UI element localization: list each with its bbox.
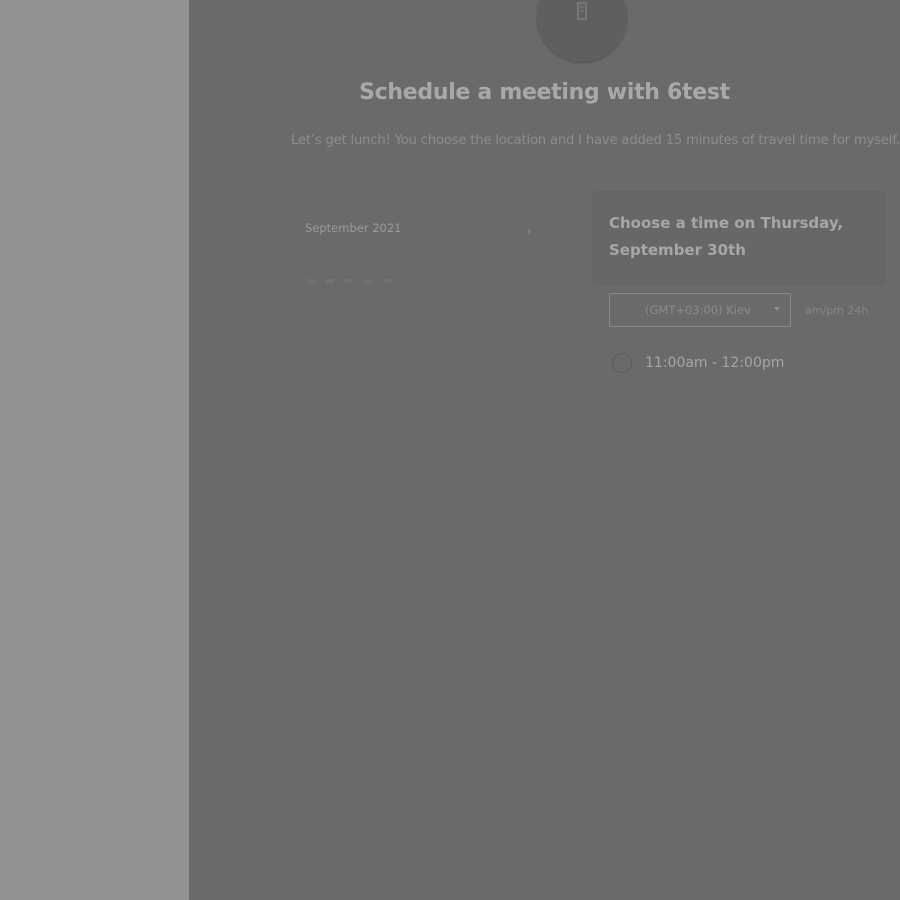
time-slot-option[interactable]: 11:00am - 12:00pm <box>612 350 784 376</box>
weekday-placeholder <box>364 279 373 283</box>
page-subtitle: Let’s get lunch! You choose the location… <box>291 133 900 148</box>
weekday-placeholder <box>307 279 315 283</box>
calendar-month-label: September 2021 <box>305 221 402 235</box>
left-sidebar <box>0 0 189 900</box>
page-title: Schedule a meeting with 6test <box>359 80 730 105</box>
calendar-weekday-row <box>307 268 407 283</box>
next-month-button[interactable]: › <box>519 222 539 242</box>
user-icon <box>577 2 587 20</box>
caret-down-icon <box>774 307 780 311</box>
timezone-value: (GMT+03:00) Kiev <box>645 303 751 317</box>
weekday-placeholder <box>326 279 335 283</box>
scheduling-page: Schedule a meeting with 6test Let’s get … <box>0 0 900 900</box>
time-panel-title: Choose a time on Thursday, September 30t… <box>609 214 844 259</box>
time-slot-radio[interactable] <box>612 353 632 373</box>
scheduling-main: Schedule a meeting with 6test Let’s get … <box>189 0 900 900</box>
timezone-select[interactable]: (GMT+03:00) Kiev <box>609 293 791 327</box>
avatar <box>537 0 627 62</box>
time-panel-header: Choose a time on Thursday, September 30t… <box>594 192 884 284</box>
weekday-placeholder <box>383 279 392 283</box>
weekday-placeholder <box>345 279 354 283</box>
chevron-right-icon: › <box>526 224 532 240</box>
time-slot-label: 11:00am - 12:00pm <box>645 355 785 371</box>
time-format-toggle[interactable]: am/pm 24h <box>805 304 868 317</box>
